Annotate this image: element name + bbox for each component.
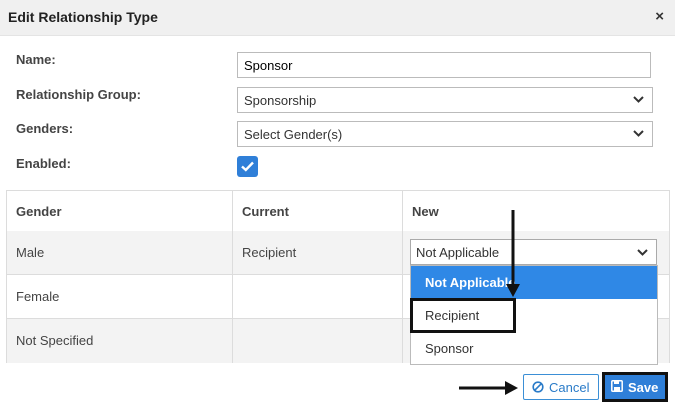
current-cell: Recipient [242,245,297,260]
relationship-group-value: Sponsorship [244,93,317,108]
gender-cell: Female [16,289,60,304]
dialog-title: Edit Relationship Type [8,9,158,25]
chevron-down-icon [633,130,644,137]
table-header-cell: Current [233,191,403,234]
chevron-down-icon [633,96,644,103]
header-current: Current [242,204,289,219]
table-cell [233,319,403,363]
header-new: New [412,204,439,219]
ban-icon [532,381,544,393]
enabled-label: Enabled: [16,156,71,171]
genders-placeholder: Select Gender(s) [244,127,343,142]
dialog-titlebar: Edit Relationship Type × [0,0,675,36]
new-relationship-value: Not Applicable [416,245,500,260]
table-cell: Not Specified [7,319,233,363]
save-label: Save [628,380,659,395]
right-arrow-annotation [459,381,518,395]
dropdown-option-not-applicable[interactable]: Not Applicable [411,266,657,299]
option-label: Not Applicable [425,275,516,290]
close-icon[interactable]: × [655,8,664,25]
table-header-cell: New [403,191,669,234]
table-cell: Recipient [233,231,403,274]
genders-select[interactable]: Select Gender(s) [237,121,653,147]
save-button[interactable]: Save [602,372,668,402]
table-header-cell: Gender [7,191,233,234]
table-cell: Female [7,275,233,318]
option-label: Sponsor [425,341,474,356]
cancel-button[interactable]: Cancel [523,374,599,400]
dropdown-option-sponsor[interactable]: Sponsor [411,332,657,365]
chevron-down-icon [637,249,648,256]
gender-cell: Male [16,245,45,260]
name-field[interactable] [237,52,651,78]
relationship-group-select[interactable]: Sponsorship [237,87,653,113]
relationship-group-label: Relationship Group: [16,87,141,102]
annotation-highlight-box [410,298,516,333]
table-header-row: Gender Current New [7,191,669,235]
name-label: Name: [16,52,56,67]
table-cell [233,275,403,318]
table-cell: Male [7,231,233,274]
check-icon [241,161,254,172]
enabled-checkbox[interactable] [237,156,258,177]
gender-cell: Not Specified [16,333,94,348]
header-gender: Gender [16,204,62,219]
new-relationship-select[interactable]: Not Applicable [410,239,657,265]
save-icon [611,380,623,392]
cancel-label: Cancel [549,380,590,395]
genders-label: Genders: [16,121,74,136]
